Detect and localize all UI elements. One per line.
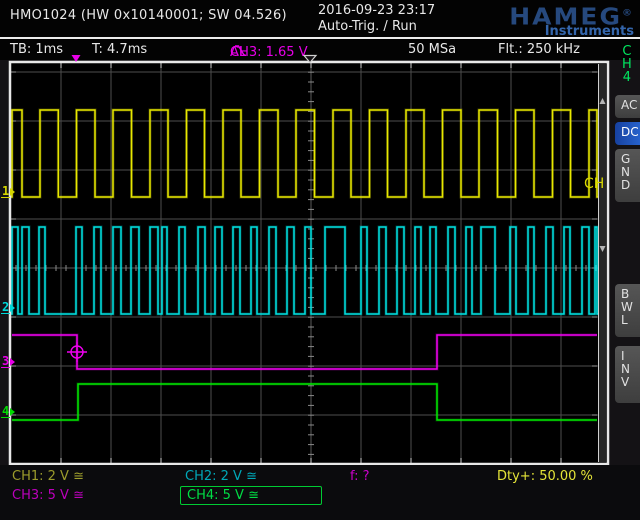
coupling-gnd-button[interactable]: G N D bbox=[615, 149, 640, 202]
clipped-channel-label: CH bbox=[584, 176, 604, 192]
strip-up-arrow-icon bbox=[600, 98, 606, 104]
channel-1-position-marker: 1 bbox=[1, 185, 15, 199]
trace-ch4-glow bbox=[12, 384, 597, 420]
sidebar-channel-title: C H 4 bbox=[622, 45, 632, 84]
datetime-status: 2016-09-23 23:17 Auto-Trig. / Run bbox=[318, 3, 435, 35]
ch1-scale-label: CH1: 2 V ≅ bbox=[12, 469, 84, 484]
channel-4-number: 4 bbox=[1, 406, 10, 418]
registered-mark: ® bbox=[622, 8, 632, 18]
channel-status-bar: CH1: 2 V ≅ CH2: 2 V ≅ f: ? Dty+: 50.00 %… bbox=[0, 465, 640, 520]
invert-button[interactable]: I N V bbox=[615, 346, 640, 403]
right-arrow-icon bbox=[10, 188, 15, 196]
trigger-level-marker bbox=[71, 346, 83, 358]
trace-ch2 bbox=[11, 227, 598, 314]
graticule-frame bbox=[10, 62, 608, 464]
trace-ch3 bbox=[12, 335, 597, 369]
frequency-readout: f: ? bbox=[350, 469, 370, 484]
oscilloscope-screen: HMO1024 (HW 0x10140001; SW 04.526) 2016-… bbox=[0, 0, 640, 520]
datetime: 2016-09-23 23:17 bbox=[318, 3, 435, 19]
ch3-scale-label: CH3: 5 V ≅ bbox=[12, 488, 84, 503]
trace-ch2-glow bbox=[11, 227, 598, 314]
ch4-scale-label-selected[interactable]: CH4: 5 V ≅ bbox=[180, 486, 322, 505]
strip-down-arrow-icon bbox=[600, 246, 606, 252]
graticule-canvas bbox=[0, 0, 640, 520]
trigger-settings-readout: CH3: 1.65 VAL bbox=[230, 42, 247, 57]
trigger-flag: AL bbox=[230, 45, 246, 60]
status-bar: TB: 1ms T: 4.7ms CH3: 1.65 VAL 50 MSa Fl… bbox=[0, 39, 640, 60]
trace-ch1-glow bbox=[11, 110, 598, 197]
channel-2-position-marker: 2 bbox=[1, 301, 15, 315]
right-arrow-icon bbox=[10, 358, 15, 366]
duty-cycle-readout: Dty+: 50.00 % bbox=[497, 469, 593, 484]
acquisition-status: Auto-Trig. / Run bbox=[318, 19, 435, 35]
device-title: HMO1024 (HW 0x10140001; SW 04.526) bbox=[10, 8, 287, 23]
channel-1-number: 1 bbox=[1, 186, 10, 198]
bandwidth-limit-button[interactable]: B W L bbox=[615, 284, 640, 337]
channel-4-position-marker: 4 bbox=[1, 405, 15, 419]
plot-background bbox=[10, 62, 608, 464]
channel-3-position-marker: 3 bbox=[1, 355, 15, 369]
trigger-time-readout: T: 4.7ms bbox=[92, 42, 147, 57]
filter-readout: Flt.: 250 kHz bbox=[498, 42, 580, 57]
title-bar: HMO1024 (HW 0x10140001; SW 04.526) 2016-… bbox=[0, 0, 640, 37]
coupling-dc-button[interactable]: DC bbox=[615, 122, 640, 145]
trace-ch1 bbox=[11, 110, 598, 197]
coupling-ac-button[interactable]: AC bbox=[615, 95, 640, 118]
sample-rate-readout: 50 MSa bbox=[408, 42, 456, 57]
trace-ch4 bbox=[12, 384, 597, 420]
trace-ch3-glow bbox=[12, 335, 597, 369]
channel-2-number: 2 bbox=[1, 302, 10, 314]
right-arrow-icon bbox=[10, 304, 15, 312]
timebase-readout: TB: 1ms bbox=[10, 42, 63, 57]
right-arrow-icon bbox=[10, 408, 15, 416]
right-indicator-strip bbox=[599, 64, 606, 462]
channel-3-number: 3 bbox=[1, 356, 10, 368]
hameg-logo: HAMEG® Instruments bbox=[453, 1, 638, 37]
ch2-scale-label: CH2: 2 V ≅ bbox=[185, 469, 257, 484]
